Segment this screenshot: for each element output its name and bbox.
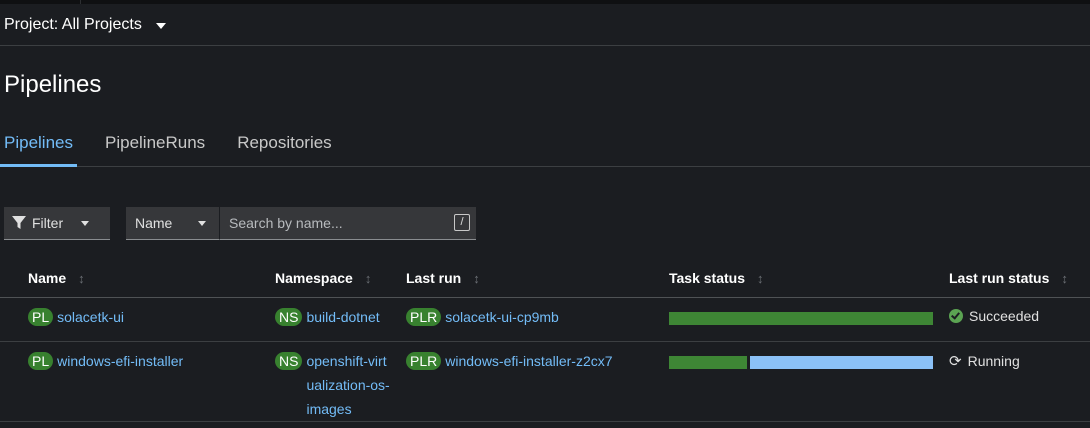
- sort-icon[interactable]: ↕: [757, 271, 764, 286]
- column-header-label: Namespace: [275, 270, 353, 286]
- pipeline-badge: PL: [28, 352, 54, 370]
- table-row: PL windows-efi-installer NS openshift-vi…: [0, 342, 1090, 422]
- namespace-link[interactable]: build-dotnet: [306, 308, 379, 326]
- column-header-name[interactable]: Name ↕: [28, 270, 85, 286]
- filter-button[interactable]: Filter: [4, 207, 110, 240]
- pipelinerun-link[interactable]: solacetk-ui-cp9mb: [445, 308, 559, 326]
- filter-type-label: Name: [135, 215, 173, 231]
- page-title: Pipelines: [4, 71, 102, 98]
- table-row: PL solacetk-ui NS build-dotnet PLR solac…: [0, 298, 1090, 342]
- pipelinerun-badge: PLR: [406, 352, 442, 370]
- keyboard-shortcut-hint: /: [454, 214, 470, 231]
- toolbar: Filter Name /: [4, 207, 476, 240]
- project-selector-label: Project: All Projects: [4, 15, 142, 33]
- tab-pipelineruns[interactable]: PipelineRuns: [89, 125, 221, 166]
- last-run-status: ⟳ Running: [949, 352, 1020, 370]
- caret-down-icon[interactable]: [155, 22, 166, 29]
- sort-icon[interactable]: ↕: [473, 271, 480, 286]
- task-status-running-bar[interactable]: [749, 356, 933, 369]
- caret-down-icon: [198, 220, 207, 226]
- project-selector[interactable]: Project: All Projects: [0, 4, 1090, 46]
- pipeline-link[interactable]: windows-efi-installer: [57, 352, 183, 370]
- name-cell: PL windows-efi-installer: [28, 352, 183, 370]
- tab-repositories[interactable]: Repositories: [221, 125, 348, 166]
- sort-icon[interactable]: ↕: [78, 271, 85, 286]
- filter-icon: [12, 216, 26, 229]
- column-header-label: Last run status: [949, 270, 1050, 286]
- filter-type-select[interactable]: Name: [126, 207, 219, 240]
- sort-icon[interactable]: ↕: [1061, 271, 1068, 286]
- tab-pipelines[interactable]: Pipelines: [0, 125, 77, 167]
- table-header: Name ↕ Namespace ↕ Last run ↕ Task status ↕ …: [0, 258, 1090, 298]
- task-status-succeeded-bar[interactable]: [669, 312, 933, 325]
- column-header-task-status[interactable]: Task status ↕: [669, 270, 764, 286]
- column-header-namespace[interactable]: Namespace ↕: [275, 270, 371, 286]
- search-input[interactable]: [220, 207, 476, 239]
- pipeline-badge: PL: [28, 308, 54, 326]
- pipelines-table: Name ↕ Namespace ↕ Last run ↕ Task status ↕ …: [0, 258, 1090, 422]
- task-status-succeeded-bar[interactable]: [669, 356, 747, 369]
- namespace-badge: NS: [275, 352, 303, 370]
- last-run-status: Succeeded: [949, 308, 1039, 324]
- pipeline-link[interactable]: solacetk-ui: [57, 308, 124, 326]
- search-box: /: [219, 207, 476, 240]
- status-label: Succeeded: [969, 308, 1040, 324]
- tab-bar: Pipelines PipelineRuns Repositories: [0, 125, 1090, 167]
- column-header-label: Last run: [406, 270, 462, 286]
- namespace-link[interactable]: openshift-virtualization-os-images: [306, 349, 390, 421]
- check-circle-icon: [949, 309, 963, 323]
- last-run-cell: PLR windows-efi-installer-z2cx7: [406, 352, 613, 370]
- name-cell: PL solacetk-ui: [28, 308, 124, 326]
- sync-icon: ⟳: [949, 353, 962, 370]
- pipelinerun-badge: PLR: [406, 308, 442, 326]
- column-header-label: Task status: [669, 270, 745, 286]
- column-header-label: Name: [28, 270, 67, 286]
- last-run-cell: PLR solacetk-ui-cp9mb: [406, 308, 559, 326]
- namespace-cell: NS openshift-virtualization-os-images: [275, 352, 390, 421]
- filter-button-label: Filter: [32, 215, 64, 231]
- column-header-last-run-status[interactable]: Last run status ↕: [949, 270, 1068, 286]
- pipelinerun-link[interactable]: windows-efi-installer-z2cx7: [445, 352, 612, 370]
- status-label: Running: [967, 353, 1020, 369]
- column-header-last-run[interactable]: Last run ↕: [406, 270, 480, 286]
- caret-down-icon: [81, 220, 90, 226]
- sort-icon[interactable]: ↕: [365, 271, 372, 286]
- namespace-badge: NS: [275, 308, 303, 326]
- namespace-cell: NS build-dotnet: [275, 308, 380, 326]
